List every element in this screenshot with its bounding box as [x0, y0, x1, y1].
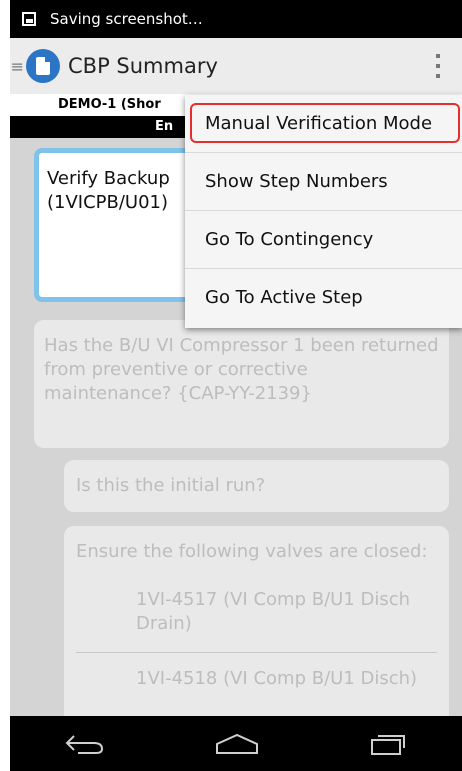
- back-icon[interactable]: [64, 732, 106, 756]
- app-icon[interactable]: [26, 49, 60, 83]
- app-title: CBP Summary: [68, 54, 218, 78]
- step-card[interactable]: Is this the initial run?: [64, 460, 449, 512]
- app-bar: ≡ CBP Summary: [10, 38, 462, 94]
- step-card[interactable]: Ensure the following valves are closed: …: [64, 526, 449, 726]
- valve-item: 1VI-4518 (VI Comp B/U1 Disch): [136, 668, 418, 689]
- navigation-bar: [10, 716, 462, 771]
- step-text: Ensure the following valves are closed:: [76, 541, 428, 562]
- status-text: Saving screenshot…: [50, 10, 203, 28]
- menu-item-show-step-numbers[interactable]: Show Step Numbers: [185, 153, 462, 211]
- document-icon: [36, 57, 50, 75]
- phone-screen: Saving screenshot… ≡ CBP Summary DEMO-1 …: [10, 0, 462, 771]
- overflow-menu-icon[interactable]: [436, 54, 442, 78]
- valve-item: 1VI-4517 (VI Comp B/U1 Disch Drain): [136, 589, 411, 634]
- image-icon: [22, 12, 36, 26]
- divider: [76, 652, 437, 653]
- home-icon[interactable]: [214, 732, 260, 756]
- up-icon[interactable]: ≡: [10, 57, 24, 76]
- highlight-annotation: [190, 103, 460, 143]
- step-card[interactable]: Has the B/U VI Compressor 1 been returne…: [34, 320, 449, 448]
- recent-apps-icon[interactable]: [368, 732, 408, 756]
- menu-item-go-to-contingency[interactable]: Go To Contingency: [185, 211, 462, 269]
- menu-item-go-to-active-step[interactable]: Go To Active Step: [185, 269, 462, 327]
- status-bar: Saving screenshot…: [10, 0, 462, 38]
